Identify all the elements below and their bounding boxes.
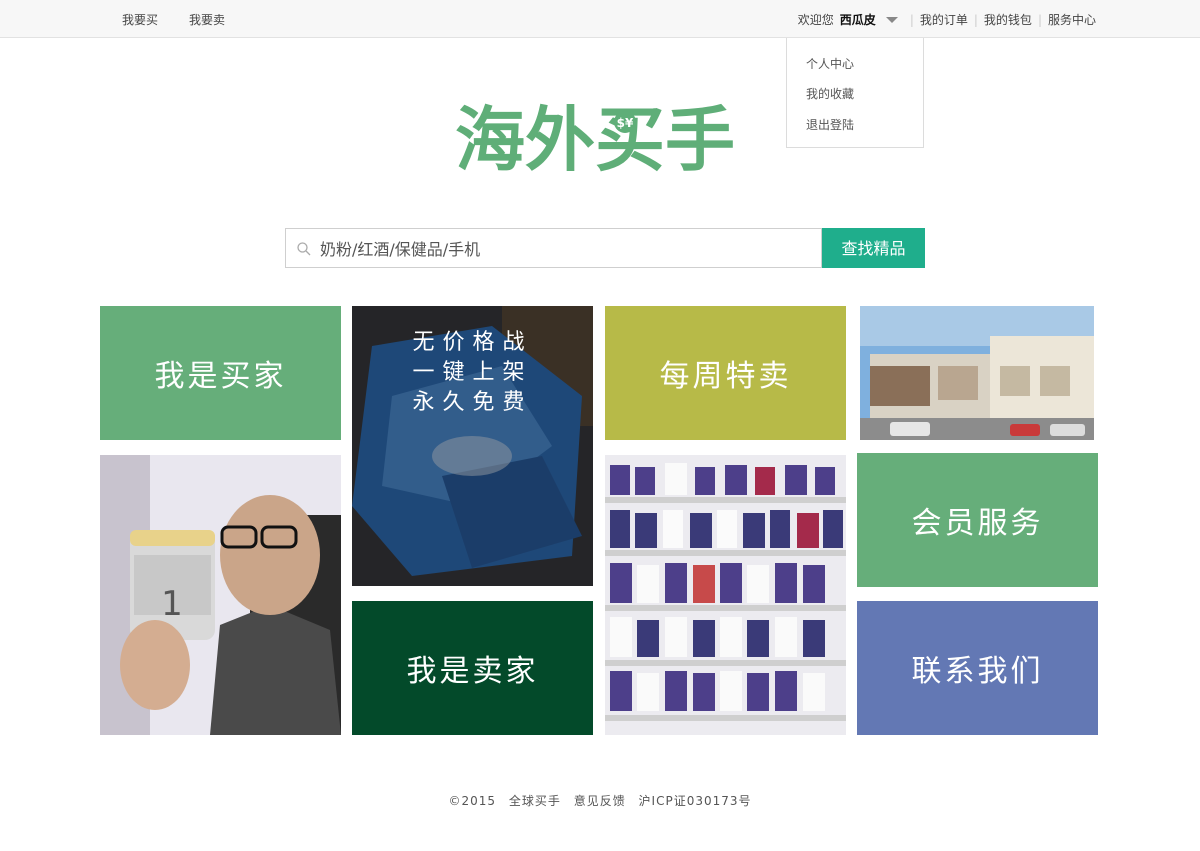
promo-line-1: 无价格战 bbox=[412, 330, 533, 355]
formula-can-number: 1 bbox=[161, 584, 183, 624]
service-center-link[interactable]: 服务中心 bbox=[1048, 11, 1096, 28]
search-bar: 查找精品 bbox=[285, 228, 925, 268]
welcome-text: 欢迎您 bbox=[797, 13, 834, 27]
currency-symbol: $¥ bbox=[617, 116, 634, 130]
search-button[interactable]: 查找精品 bbox=[822, 228, 925, 268]
tile-member-label: 会员服务 bbox=[911, 506, 1044, 541]
footer-link-global-buyers[interactable]: 全球买手 bbox=[509, 794, 561, 808]
footer-link-feedback[interactable]: 意见反馈 bbox=[574, 794, 626, 808]
supplement-shelf-image bbox=[605, 455, 846, 735]
tile-weekly-sale[interactable]: 每周特卖 bbox=[605, 306, 846, 440]
tile-shelf-photo[interactable] bbox=[605, 455, 846, 735]
footer-icp: 沪ICP证030173号 bbox=[638, 794, 752, 808]
tile-promo-photo[interactable]: 无价格战 一键上架 永久免费 bbox=[352, 306, 593, 586]
footer-copyright: ©2015 bbox=[448, 794, 497, 808]
tile-contact-us[interactable]: 联系我们 bbox=[857, 601, 1098, 735]
tile-customer-photo[interactable]: 1 bbox=[100, 455, 341, 735]
menu-item-personal-center[interactable]: 个人中心 bbox=[806, 55, 854, 72]
my-orders-link[interactable]: 我的订单 bbox=[920, 11, 968, 28]
nav-link-sell[interactable]: 我要卖 bbox=[189, 11, 225, 28]
search-box bbox=[285, 228, 822, 268]
my-wallet-link[interactable]: 我的钱包 bbox=[984, 11, 1032, 28]
promo-line-3: 永久免费 bbox=[412, 390, 533, 415]
top-nav-bar: 我要买 我要卖 欢迎您 西瓜皮 | 我的订单 | 我的钱包 | 服务中心 bbox=[0, 0, 1200, 38]
page-footer: ©2015 全球买手 意见反馈 沪ICP证030173号 bbox=[0, 792, 1200, 809]
divider: | bbox=[909, 12, 914, 27]
menu-item-logout[interactable]: 退出登陆 bbox=[806, 116, 854, 133]
user-dropdown-menu: 个人中心 我的收藏 退出登陆 bbox=[786, 38, 924, 148]
top-nav-right: 欢迎您 西瓜皮 | 我的订单 | 我的钱包 | 服务中心 bbox=[798, 11, 1096, 28]
tile-contact-label: 联系我们 bbox=[911, 654, 1044, 689]
tile-seller-label: 我是卖家 bbox=[406, 654, 539, 689]
promo-line-2: 一键上架 bbox=[412, 360, 533, 385]
tile-buyer-label: 我是买家 bbox=[154, 359, 287, 394]
store-building-image bbox=[860, 306, 1094, 440]
username[interactable]: 西瓜皮 bbox=[840, 11, 876, 28]
tile-member-services[interactable]: 会员服务 bbox=[857, 453, 1098, 587]
chevron-down-icon[interactable] bbox=[885, 17, 898, 23]
top-nav-left: 我要买 我要卖 bbox=[122, 11, 256, 28]
site-logo[interactable]: 海外买手 $¥ bbox=[455, 99, 755, 181]
nav-link-buy[interactable]: 我要买 bbox=[122, 11, 158, 28]
tile-store-photo[interactable] bbox=[860, 306, 1094, 440]
divider: | bbox=[973, 12, 978, 27]
search-input[interactable] bbox=[318, 238, 808, 260]
promo-text: 无价格战 一键上架 永久免费 bbox=[352, 328, 593, 418]
menu-item-favorites[interactable]: 我的收藏 bbox=[806, 85, 854, 102]
tile-seller[interactable]: 我是卖家 bbox=[352, 601, 593, 735]
customer-with-formula-image: 1 bbox=[100, 455, 341, 735]
search-icon bbox=[297, 242, 311, 256]
tile-weekly-label: 每周特卖 bbox=[659, 359, 792, 394]
tile-buyer[interactable]: 我是买家 bbox=[100, 306, 341, 440]
logo-text: 海外买手 bbox=[455, 100, 735, 176]
divider: | bbox=[1037, 12, 1042, 27]
